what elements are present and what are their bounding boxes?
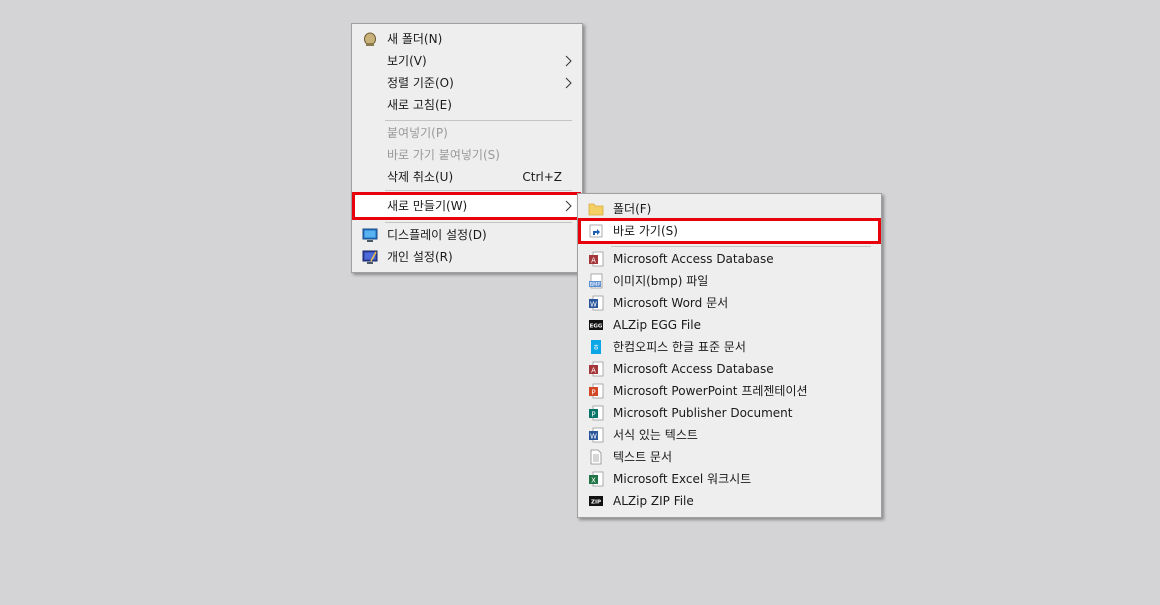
submenu-item-shortcut[interactable]: 바로 가기(S): [580, 220, 879, 242]
menu-item-display-settings[interactable]: 디스플레이 설정(D): [354, 224, 580, 246]
menu-item-label: 삭제 취소(U): [387, 170, 454, 184]
menu-item-new[interactable]: 새로 만들기(W): [354, 195, 580, 217]
desktop-context-menu: 새 폴더(N) 보기(V) 정렬 기준(O) 새로 고침(E) 붙여넣기(P) …: [351, 23, 583, 273]
submenu-item-access-database[interactable]: A Microsoft Access Database: [580, 248, 879, 270]
menu-item-refresh[interactable]: 새로 고침(E): [354, 94, 580, 116]
submenu-item-excel-worksheet[interactable]: X Microsoft Excel 워크시트: [580, 468, 879, 490]
shortcut-icon: [589, 224, 603, 238]
menu-item-shortcut: Ctrl+Z: [522, 170, 562, 184]
menu-item-label: 새로 만들기(W): [387, 199, 468, 213]
submenu-item-folder[interactable]: 폴더(F): [580, 198, 879, 220]
menu-item-label: 새 폴더(N): [387, 32, 443, 46]
menu-item-label: 개인 설정(R): [387, 250, 453, 264]
menu-item-paste-shortcut[interactable]: 바로 가기 붙여넣기(S): [354, 144, 580, 166]
menu-separator: [611, 246, 871, 247]
new-folder-icon: [364, 32, 376, 46]
submenu-item-label: Microsoft PowerPoint 프레젠테이션: [613, 384, 808, 398]
menu-item-label: 붙여넣기(P): [387, 126, 448, 140]
submenu-item-text-document[interactable]: 텍스트 문서: [580, 446, 879, 468]
submenu-item-label: 서식 있는 텍스트: [613, 428, 698, 442]
submenu-item-egg-file[interactable]: EGG ALZip EGG File: [580, 314, 879, 336]
text-icon: [590, 449, 602, 465]
monitor-icon: [362, 228, 378, 242]
new-submenu: 폴더(F) 바로 가기(S) A Microsoft Access Databa…: [577, 193, 882, 518]
menu-item-new-folder[interactable]: 새 폴더(N): [354, 28, 580, 50]
menu-separator: [385, 190, 572, 191]
submenu-item-bmp-image[interactable]: BMP 이미지(bmp) 파일: [580, 270, 879, 292]
access-icon: A: [589, 251, 604, 267]
submenu-item-publisher[interactable]: P Microsoft Publisher Document: [580, 402, 879, 424]
submenu-item-label: Microsoft Publisher Document: [613, 406, 793, 420]
powerpoint-icon: P: [589, 383, 604, 399]
submenu-item-zip-file[interactable]: ZIP ALZip ZIP File: [580, 490, 879, 512]
chevron-right-icon: [565, 55, 572, 67]
chevron-right-icon: [565, 200, 572, 212]
menu-item-label: 디스플레이 설정(D): [387, 228, 487, 242]
menu-item-label: 보기(V): [387, 54, 427, 68]
submenu-item-label: 한컴오피스 한글 표준 문서: [613, 340, 746, 354]
svg-text:EGG: EGG: [590, 324, 603, 330]
submenu-item-hwp-document[interactable]: ㅎ 한컴오피스 한글 표준 문서: [580, 336, 879, 358]
submenu-item-label: Microsoft Access Database: [613, 252, 774, 266]
svg-text:BMP: BMP: [590, 282, 601, 288]
submenu-item-rich-text[interactable]: W 서식 있는 텍스트: [580, 424, 879, 446]
chevron-right-icon: [565, 77, 572, 89]
submenu-item-label: Microsoft Word 문서: [613, 296, 729, 310]
menu-item-label: 새로 고침(E): [387, 98, 452, 112]
submenu-item-label: 바로 가기(S): [613, 224, 678, 238]
svg-text:X: X: [591, 477, 596, 485]
folder-icon: [588, 203, 604, 216]
svg-text:P: P: [591, 411, 595, 419]
menu-separator: [385, 120, 572, 121]
submenu-item-label: ALZip ZIP File: [613, 494, 694, 508]
submenu-item-label: 이미지(bmp) 파일: [613, 274, 709, 288]
menu-item-paste[interactable]: 붙여넣기(P): [354, 122, 580, 144]
word-icon: W: [589, 295, 604, 311]
menu-item-personalize[interactable]: 개인 설정(R): [354, 246, 580, 268]
publisher-icon: P: [589, 405, 604, 421]
submenu-item-access-database-2[interactable]: A Microsoft Access Database: [580, 358, 879, 380]
hwp-icon: ㅎ: [591, 340, 601, 354]
menu-item-sort-by[interactable]: 정렬 기준(O): [354, 72, 580, 94]
zip-icon: ZIP: [589, 496, 603, 506]
access-icon: A: [589, 361, 604, 377]
svg-text:W: W: [590, 301, 597, 309]
svg-text:P: P: [591, 389, 595, 397]
submenu-item-powerpoint[interactable]: P Microsoft PowerPoint 프레젠테이션: [580, 380, 879, 402]
menu-item-view[interactable]: 보기(V): [354, 50, 580, 72]
svg-text:A: A: [591, 367, 596, 375]
submenu-item-word-document[interactable]: W Microsoft Word 문서: [580, 292, 879, 314]
submenu-item-label: Microsoft Excel 워크시트: [613, 472, 752, 486]
submenu-item-label: 폴더(F): [613, 202, 652, 216]
menu-separator: [385, 222, 572, 223]
rtf-icon: W: [589, 427, 604, 443]
personalize-icon: [362, 250, 378, 264]
menu-item-label: 정렬 기준(O): [387, 76, 454, 90]
svg-text:A: A: [591, 257, 596, 265]
menu-item-undo-delete[interactable]: 삭제 취소(U) Ctrl+Z: [354, 166, 580, 188]
submenu-item-label: 텍스트 문서: [613, 450, 673, 464]
bmp-icon: BMP: [589, 273, 603, 289]
svg-text:W: W: [590, 433, 597, 441]
submenu-item-label: Microsoft Access Database: [613, 362, 774, 376]
submenu-item-label: ALZip EGG File: [613, 318, 701, 332]
svg-text:ZIP: ZIP: [591, 500, 601, 506]
excel-icon: X: [589, 471, 604, 487]
egg-icon: EGG: [589, 320, 603, 330]
menu-item-label: 바로 가기 붙여넣기(S): [387, 148, 500, 162]
svg-text:ㅎ: ㅎ: [592, 343, 599, 352]
